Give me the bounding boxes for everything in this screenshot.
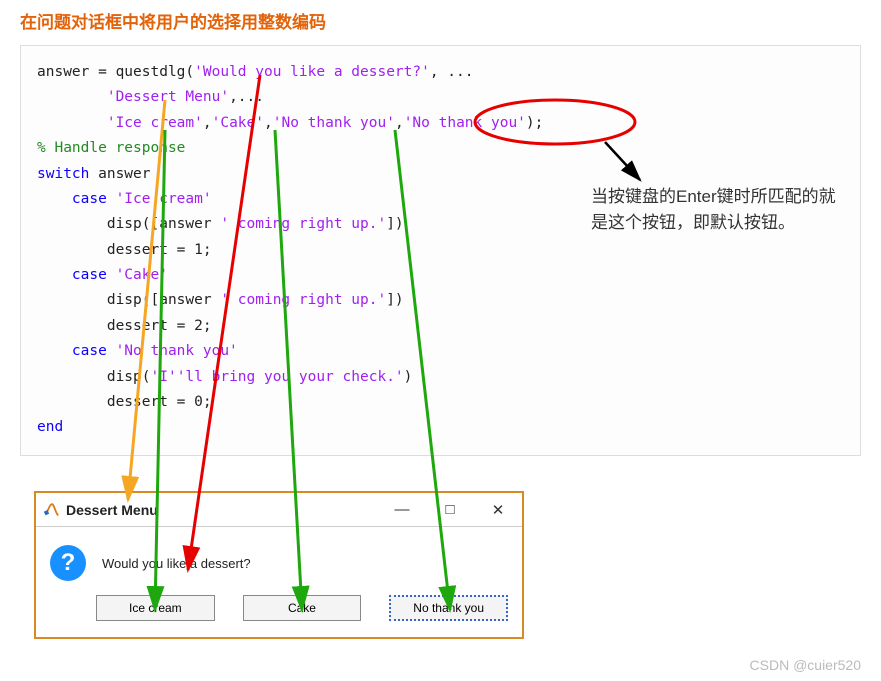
dialog-titlebar: Dessert Menu — □ ✕ — [36, 493, 522, 527]
code-string: 'Would you like a dessert?' — [194, 64, 430, 80]
code-string: 'No thank you' — [107, 343, 238, 359]
code-text: ]) — [386, 216, 403, 232]
window-controls: — □ ✕ — [378, 493, 522, 527]
dialog-message: Would you like a dessert? — [102, 556, 251, 571]
code-string: ' coming right up.' — [220, 216, 386, 232]
code-text: dessert = 2; — [37, 318, 212, 334]
dialog-button-row: Ice cream Cake No thank you — [36, 589, 522, 637]
code-text: disp([answer — [37, 292, 220, 308]
code-text: disp( — [37, 369, 151, 385]
ice-cream-button[interactable]: Ice cream — [96, 595, 215, 621]
question-icon: ? — [50, 545, 86, 581]
code-text: , — [203, 115, 212, 131]
code-string: ' coming right up.' — [220, 292, 386, 308]
minimize-button[interactable]: — — [378, 493, 426, 527]
no-thank-you-button[interactable]: No thank you — [389, 595, 508, 621]
dialog-body: ? Would you like a dessert? — [36, 527, 522, 589]
section-heading: 在问题对话框中将用户的选择用整数编码 — [20, 8, 861, 33]
code-text: ); — [526, 115, 543, 131]
watermark: CSDN @cuier520 — [750, 657, 861, 673]
code-text: dessert = 1; — [37, 242, 212, 258]
code-text: answer = questdlg( — [37, 64, 194, 80]
cake-button[interactable]: Cake — [243, 595, 362, 621]
code-keyword: case — [37, 191, 107, 207]
dialog-window: Dessert Menu — □ ✕ ? Would you like a de… — [34, 491, 524, 639]
code-string: 'Cake' — [107, 267, 168, 283]
annotation-text: 当按键盘的Enter键时所匹配的就是这个按钮，即默认按钮。 — [591, 184, 851, 237]
code-string: 'I''ll bring you your check.' — [151, 369, 404, 385]
code-text: ) — [404, 369, 413, 385]
code-text: , — [264, 115, 273, 131]
dialog-title: Dessert Menu — [66, 502, 158, 518]
maximize-button[interactable]: □ — [426, 493, 474, 527]
matlab-icon — [42, 501, 60, 519]
code-text: answer — [89, 166, 150, 182]
code-text: disp([answer — [37, 216, 220, 232]
code-text — [37, 89, 107, 105]
code-text — [37, 115, 107, 131]
code-text: , ... — [430, 64, 474, 80]
code-string: 'No thank you' — [404, 115, 526, 131]
code-block: answer = questdlg('Would you like a dess… — [20, 45, 861, 456]
code-string: 'Dessert Menu' — [107, 89, 229, 105]
code-text: ,... — [229, 89, 264, 105]
code-text: ]) — [386, 292, 403, 308]
code-keyword: switch — [37, 166, 89, 182]
code-keyword: end — [37, 419, 63, 435]
code-string: 'No thank you' — [273, 115, 395, 131]
code-text: dessert = 0; — [37, 394, 212, 410]
code-comment: % Handle response — [37, 140, 185, 156]
code-keyword: case — [37, 267, 107, 283]
close-button[interactable]: ✕ — [474, 493, 522, 527]
code-keyword: case — [37, 343, 107, 359]
code-string: 'Ice cream' — [107, 115, 203, 131]
code-string: 'Cake' — [212, 115, 264, 131]
code-text: , — [395, 115, 404, 131]
code-string: 'Ice cream' — [107, 191, 212, 207]
